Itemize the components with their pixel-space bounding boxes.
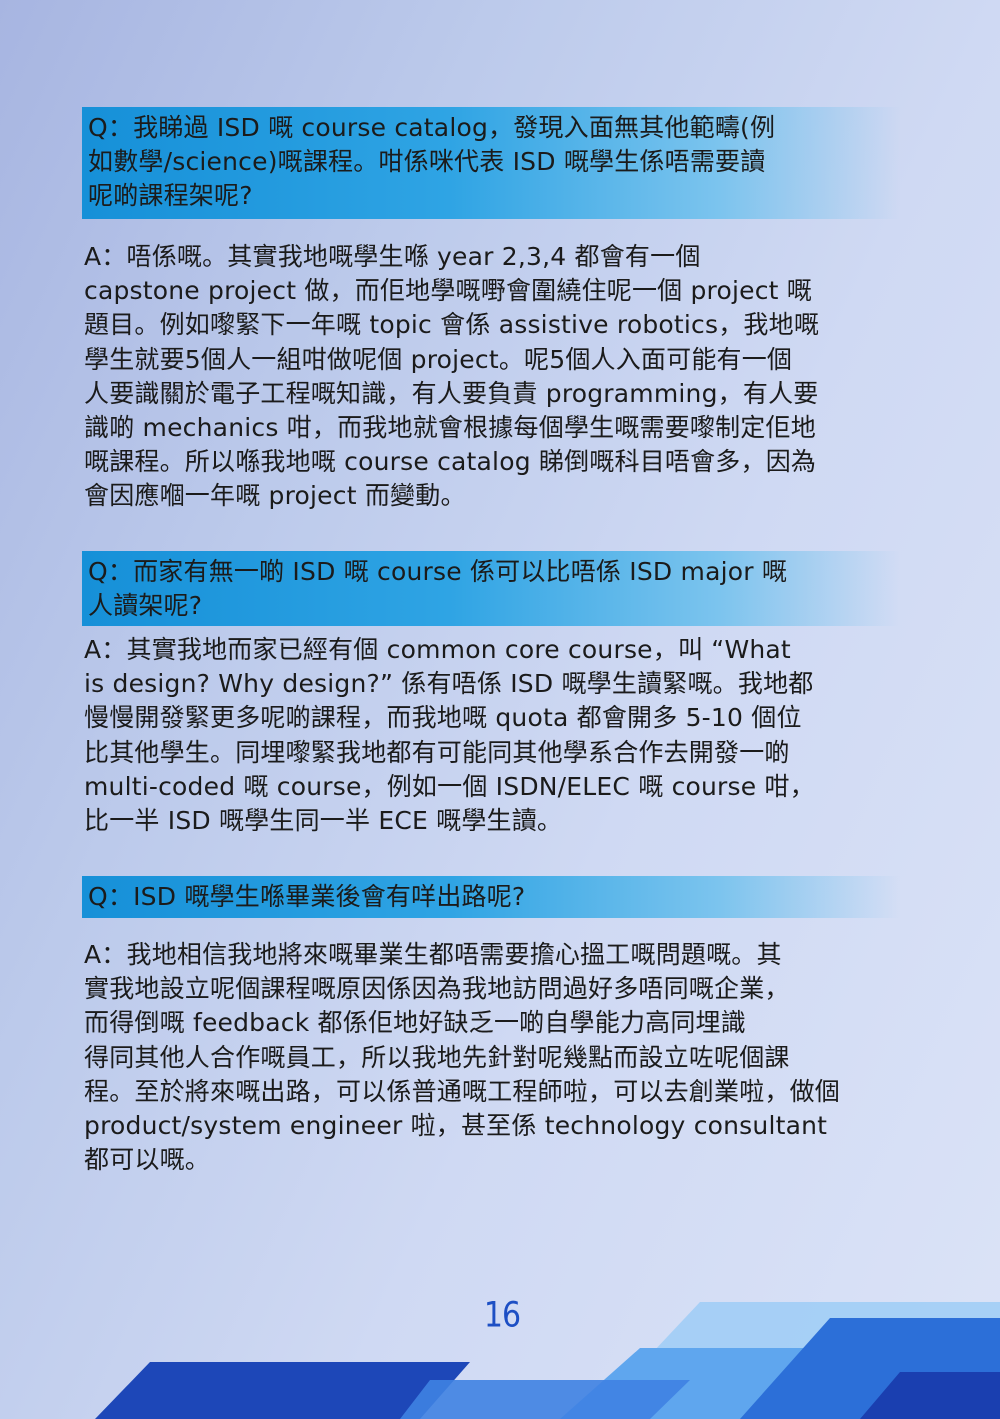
footer-decoration	[95, 1302, 1000, 1419]
document-page: Q：我睇過 ISD 嘅 course catalog，發現入面無其他範疇(例 如…	[0, 0, 1000, 1419]
